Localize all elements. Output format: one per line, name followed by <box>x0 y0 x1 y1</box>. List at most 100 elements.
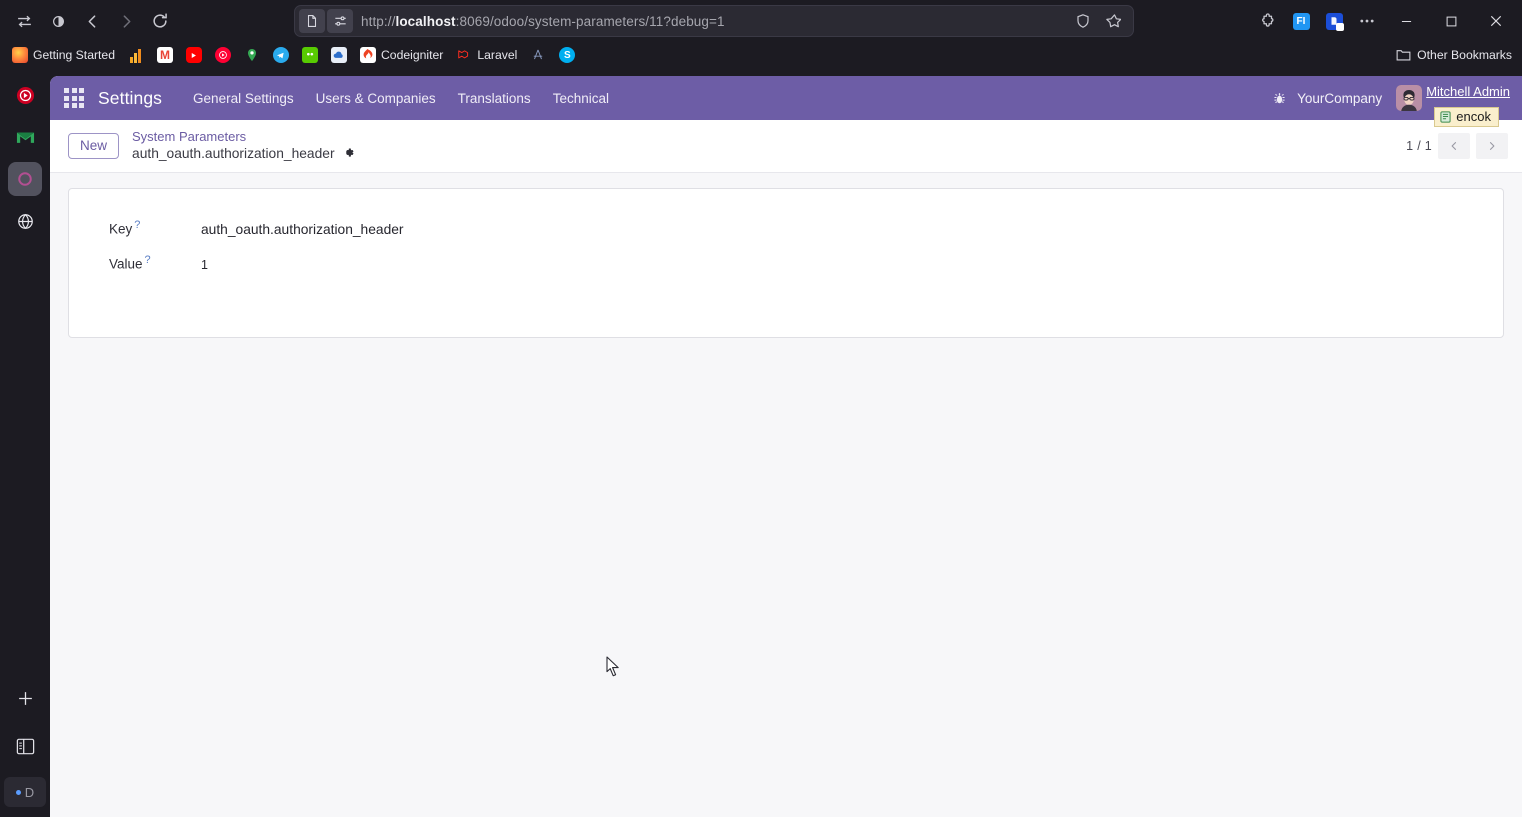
menu-item-translations[interactable]: Translations <box>447 85 542 112</box>
page-viewport: Settings General Settings Users & Compan… <box>50 76 1522 817</box>
extension-fi-icon[interactable]: FI <box>1285 5 1317 37</box>
tab-gmail[interactable] <box>8 120 42 154</box>
avatar[interactable] <box>1396 85 1423 111</box>
extensions-puzzle-icon[interactable] <box>1252 5 1284 37</box>
company-name[interactable]: YourCompany <box>1287 91 1392 106</box>
permissions-icon[interactable] <box>327 9 353 33</box>
extension-fi-badge: FI <box>1292 12 1310 30</box>
pager-count[interactable]: 1 / 1 <box>1406 139 1432 153</box>
bookmark-item[interactable]: S <box>554 44 580 66</box>
gmail-icon: M <box>156 47 173 63</box>
unread-dot <box>15 789 21 795</box>
close-button[interactable] <box>1474 1 1518 41</box>
skype-icon: S <box>559 47 576 63</box>
bookmark-item[interactable] <box>123 44 149 66</box>
field-help-icon[interactable]: ? <box>134 219 140 231</box>
urlbar-container: http://localhost:8069/odoo/system-parame… <box>176 5 1252 37</box>
bookmark-star-icon[interactable] <box>1099 8 1127 34</box>
odoo-navbar: Settings General Settings Users & Compan… <box>50 76 1522 127</box>
bookmark-item[interactable]: Laravel <box>451 44 522 66</box>
bookmark-label: Codeigniter <box>380 48 444 62</box>
field-value-value[interactable]: 1 <box>177 258 208 272</box>
odoo-main-menu: General Settings Users & Companies Trans… <box>182 85 620 112</box>
account-icon[interactable] <box>42 5 74 37</box>
new-button[interactable]: New <box>68 132 120 160</box>
reload-button[interactable] <box>144 5 176 37</box>
forward-button[interactable] <box>110 5 142 37</box>
gear-icon[interactable] <box>342 146 355 162</box>
new-tab-button[interactable] <box>8 681 42 715</box>
profile-badge[interactable]: D <box>4 777 46 807</box>
bookmark-label: Getting Started <box>33 48 115 62</box>
record-pager: 1 / 1 <box>1406 133 1508 159</box>
tab-youtube-music[interactable] <box>8 78 42 112</box>
bookmark-item[interactable]: M <box>152 44 178 66</box>
url-host: localhost <box>395 13 456 29</box>
extension-lock-badge <box>1325 12 1344 31</box>
url-text[interactable]: http://localhost:8069/odoo/system-parame… <box>353 14 1069 29</box>
form-sheet-wrapper: Key? auth_oauth.authorization_header Val… <box>50 173 1522 338</box>
other-bookmarks[interactable]: Other Bookmarks <box>1396 42 1512 68</box>
breadcrumb-parent[interactable]: System Parameters <box>132 129 355 145</box>
browser-toolbar: http://localhost:8069/odoo/system-parame… <box>0 0 1522 42</box>
bookmark-item[interactable]: Getting Started <box>7 44 120 66</box>
bookmark-item[interactable] <box>326 44 352 66</box>
sidebar-panel-icon[interactable] <box>8 729 42 763</box>
folder-icon <box>1396 50 1411 61</box>
telegram-icon <box>272 47 289 63</box>
field-value-key[interactable]: auth_oauth.authorization_header <box>177 222 404 237</box>
laravel-icon <box>456 47 472 63</box>
odoo-navbar-right: YourCompany Mitchell Admin encok <box>1268 84 1510 127</box>
bookmark-item[interactable] <box>297 44 323 66</box>
menu-item-technical[interactable]: Technical <box>542 85 620 112</box>
bookmark-label: Laravel <box>477 48 518 62</box>
maximize-button[interactable] <box>1429 1 1473 41</box>
vertical-tab-strip: D <box>0 68 50 817</box>
google-maps-icon <box>244 47 260 63</box>
pager-next-button[interactable] <box>1476 133 1508 159</box>
sync-tabs-icon[interactable] <box>8 5 40 37</box>
autofill-suggestion[interactable]: encok <box>1434 107 1499 127</box>
codeigniter-icon <box>359 47 376 63</box>
field-label-value: Value? <box>109 254 177 272</box>
back-button[interactable] <box>76 5 108 37</box>
app-brand[interactable]: Settings <box>98 88 162 109</box>
apps-grid-icon[interactable] <box>64 88 84 108</box>
urlbar-actions <box>1069 8 1129 34</box>
firefox-icon <box>12 47 28 63</box>
page-icon[interactable] <box>299 9 325 33</box>
address-bar[interactable]: http://localhost:8069/odoo/system-parame… <box>294 5 1134 37</box>
breadcrumb-current: auth_oauth.authorization_header <box>132 146 355 163</box>
bookmark-item[interactable] <box>268 44 294 66</box>
bookmark-item[interactable] <box>181 44 207 66</box>
tab-globe[interactable] <box>8 204 42 238</box>
autofill-text: encok <box>1456 109 1491 124</box>
tab-odoo[interactable] <box>8 162 42 196</box>
pager-previous-button[interactable] <box>1438 133 1470 159</box>
minimize-button[interactable] <box>1384 1 1428 41</box>
toolbar-right-buttons: FI <box>1252 1 1522 41</box>
control-panel: New System Parameters auth_oauth.authori… <box>50 120 1522 173</box>
menu-item-general-settings[interactable]: General Settings <box>182 85 305 112</box>
bookmark-item[interactable] <box>239 44 265 66</box>
extension-lock-icon[interactable] <box>1318 5 1350 37</box>
cloudways-icon <box>330 47 347 63</box>
duolingo-icon <box>301 47 318 63</box>
url-scheme: http:// <box>361 13 396 29</box>
tracking-protection-shield-icon[interactable] <box>1069 8 1097 34</box>
chevron-left-icon <box>1451 142 1457 150</box>
bookmark-item[interactable] <box>210 44 236 66</box>
application-menu-icon[interactable] <box>1351 5 1383 37</box>
bug-icon[interactable] <box>1268 91 1287 106</box>
field-label-value-text: Value <box>109 256 143 271</box>
field-help-icon[interactable]: ? <box>145 254 151 266</box>
bookmarks-bar: Getting Started M Codeigniter Laravel S <box>0 42 1522 68</box>
other-bookmarks-label: Other Bookmarks <box>1417 48 1512 62</box>
bookmark-item[interactable] <box>525 44 551 66</box>
form-sheet: Key? auth_oauth.authorization_header Val… <box>68 188 1504 338</box>
menu-item-users-companies[interactable]: Users & Companies <box>305 85 447 112</box>
analytics-icon <box>128 47 144 63</box>
bookmark-item[interactable]: Codeigniter <box>355 44 448 66</box>
user-menu[interactable]: Mitchell Admin <box>1426 84 1510 99</box>
youtube-music-icon <box>214 47 231 63</box>
